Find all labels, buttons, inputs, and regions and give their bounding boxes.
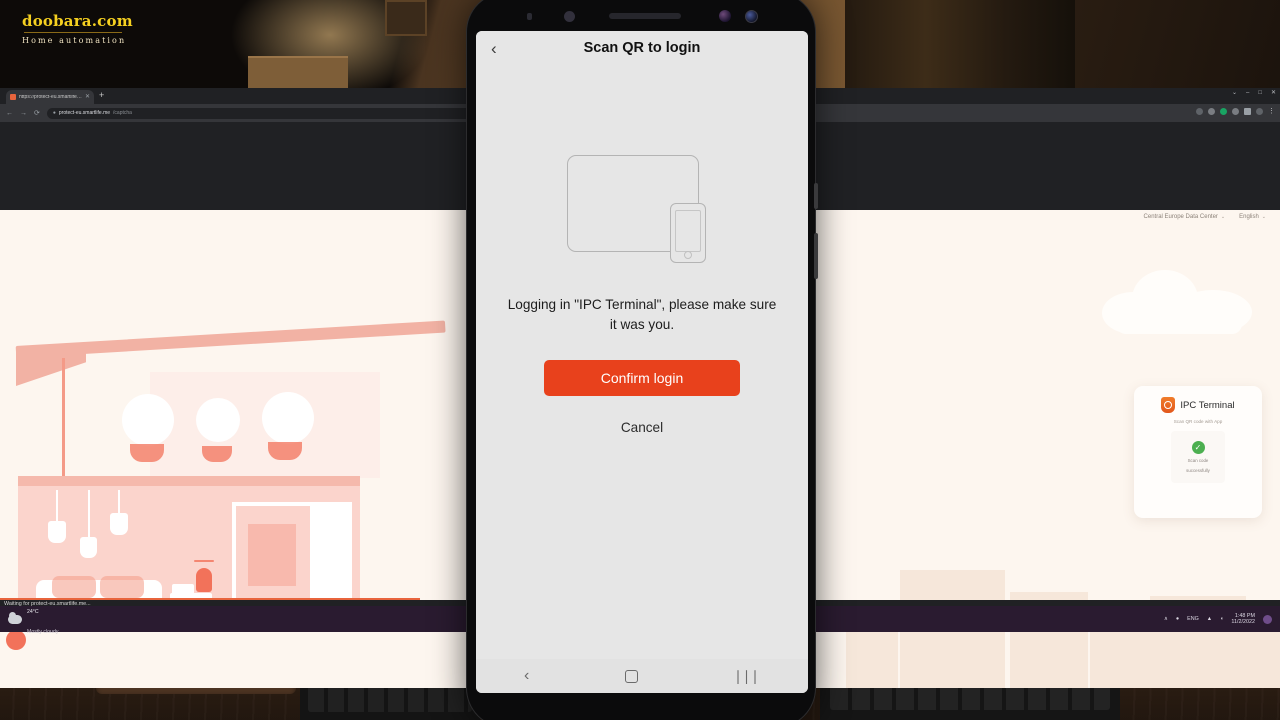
scan-status-line2: successfully bbox=[1186, 467, 1210, 473]
forward-icon[interactable]: → bbox=[20, 110, 27, 117]
favicon-icon bbox=[10, 94, 16, 100]
volume-icon[interactable]: ◖ bbox=[1220, 616, 1223, 622]
chevron-down-icon: ⌄ bbox=[1261, 214, 1266, 220]
share-icon[interactable] bbox=[1196, 108, 1203, 115]
more-menu-icon[interactable]: ⋮ bbox=[1268, 108, 1275, 115]
tray-overflow-icon[interactable]: ∧ bbox=[1164, 616, 1168, 622]
qr-code-area[interactable]: ✓ Scan code successfully bbox=[1171, 431, 1225, 483]
phone-device: ‹ Scan QR to login Logging in "IPC Termi… bbox=[466, 0, 818, 720]
earpiece-speaker bbox=[608, 13, 681, 19]
extension-puzzle-icon[interactable] bbox=[1232, 108, 1239, 115]
proximity-sensor-icon bbox=[526, 12, 532, 20]
maximize-button[interactable]: □ bbox=[1258, 90, 1262, 96]
data-center-label: Central Europe Data Center bbox=[1143, 214, 1218, 220]
ambient-sensor-icon bbox=[563, 10, 575, 22]
cloud-icon bbox=[8, 611, 22, 624]
android-navbar: ‹ ∣∣∣ bbox=[476, 659, 808, 693]
nav-back-icon[interactable]: ‹ bbox=[524, 667, 529, 685]
loading-progress-bar bbox=[0, 598, 420, 600]
language-selector[interactable]: English ⌄ bbox=[1239, 214, 1266, 220]
lock-icon: ● bbox=[52, 109, 56, 116]
phone-outline-icon bbox=[670, 203, 706, 263]
login-message: Logging in "IPC Terminal", please make s… bbox=[507, 297, 777, 332]
shield-icon bbox=[1161, 397, 1176, 413]
clock[interactable]: 1:48 PM 11/2/2022 bbox=[1231, 613, 1255, 626]
browser-tab[interactable]: https://protect-eu.smartlife.me/ ✕ bbox=[6, 90, 94, 104]
url-domain: protect-eu.smartlife.me bbox=[58, 109, 111, 116]
new-tab-button[interactable]: + bbox=[99, 91, 104, 100]
watermark-title: doobara.com bbox=[22, 12, 133, 30]
close-window-button[interactable]: ✕ bbox=[1271, 90, 1276, 96]
microphone-icon[interactable]: ● bbox=[1176, 616, 1179, 622]
url-path: /captcha bbox=[113, 109, 132, 116]
notifications-icon[interactable] bbox=[1263, 614, 1272, 624]
extension-square-icon[interactable] bbox=[1244, 108, 1251, 115]
wall-frame bbox=[385, 0, 427, 36]
window-controls: ⌄ – □ ✕ bbox=[1232, 90, 1276, 96]
confirm-login-button[interactable]: Confirm login bbox=[544, 360, 740, 397]
minimize-button[interactable]: – bbox=[1246, 90, 1249, 96]
login-card: IPC Terminal Scan QR code with App ✓ Sca… bbox=[1134, 386, 1262, 518]
clock-date: 11/2/2022 bbox=[1231, 619, 1255, 625]
phone-bezel-top bbox=[467, 1, 817, 31]
secondary-camera-icon bbox=[744, 9, 758, 23]
cloud-illustration bbox=[1102, 270, 1252, 334]
tab-title: https://protect-eu.smartlife.me/ bbox=[19, 94, 82, 100]
cancel-button[interactable]: Cancel bbox=[621, 420, 663, 435]
extension-green-icon[interactable] bbox=[1220, 108, 1227, 115]
curtain bbox=[845, 0, 1075, 92]
chevron-down-icon: ⌄ bbox=[1220, 214, 1226, 220]
weather-widget[interactable]: 24°C Mostly cloudy bbox=[8, 599, 58, 639]
check-circle-icon: ✓ bbox=[1191, 440, 1205, 454]
weather-description: Mostly cloudy bbox=[27, 629, 59, 635]
extensions-row: ⋮ bbox=[1196, 108, 1275, 115]
screen-root: doobara.com Home automation https://prot… bbox=[0, 0, 1280, 720]
page-title: Scan QR to login bbox=[583, 40, 701, 56]
back-icon[interactable]: ‹ bbox=[491, 40, 497, 57]
weather-text: 24°C Mostly cloudy bbox=[27, 599, 58, 639]
power-button[interactable] bbox=[814, 233, 818, 279]
watermark-rule bbox=[24, 32, 122, 33]
nav-home-icon[interactable] bbox=[625, 669, 639, 683]
network-icon[interactable]: ▲ bbox=[1207, 616, 1212, 622]
scan-status-line1: Scan code bbox=[1187, 457, 1209, 463]
reload-icon[interactable]: ⟳ bbox=[34, 110, 40, 117]
data-center-selector[interactable]: Central Europe Data Center ⌄ bbox=[1144, 214, 1226, 220]
back-icon[interactable]: ← bbox=[6, 110, 13, 117]
volume-button[interactable] bbox=[814, 183, 818, 209]
input-language-indicator[interactable]: ENG bbox=[1187, 616, 1199, 622]
page-header-controls: Central Europe Data Center ⌄ English ⌄ bbox=[1144, 214, 1266, 220]
app-header: ‹ Scan QR to login bbox=[476, 31, 808, 65]
phone-screen: ‹ Scan QR to login Logging in "IPC Termi… bbox=[476, 31, 808, 693]
watermark-subtitle: Home automation bbox=[22, 36, 127, 45]
login-card-brand: IPC Terminal bbox=[1161, 397, 1235, 413]
shelf-object bbox=[248, 56, 348, 90]
watermark: doobara.com Home automation bbox=[22, 12, 133, 45]
restore-icon[interactable]: ⌄ bbox=[1232, 90, 1237, 96]
bookmark-star-icon[interactable] bbox=[1208, 108, 1215, 115]
profile-avatar[interactable] bbox=[1256, 108, 1263, 115]
tablet-phone-icon bbox=[567, 151, 717, 263]
nav-recents-icon[interactable]: ∣∣∣ bbox=[734, 668, 760, 685]
front-camera-icon bbox=[718, 10, 731, 22]
brand-label: IPC Terminal bbox=[1180, 399, 1235, 411]
close-icon[interactable]: ✕ bbox=[85, 94, 90, 100]
app-body: Logging in "IPC Terminal", please make s… bbox=[476, 65, 808, 677]
login-card-subtitle: Scan QR code with App bbox=[1173, 419, 1223, 424]
system-tray: ∧ ● ENG ▲ ◖ 1:48 PM 11/2/2022 bbox=[1164, 613, 1280, 626]
weather-temperature: 24°C bbox=[27, 609, 39, 615]
language-label: English bbox=[1239, 214, 1259, 220]
